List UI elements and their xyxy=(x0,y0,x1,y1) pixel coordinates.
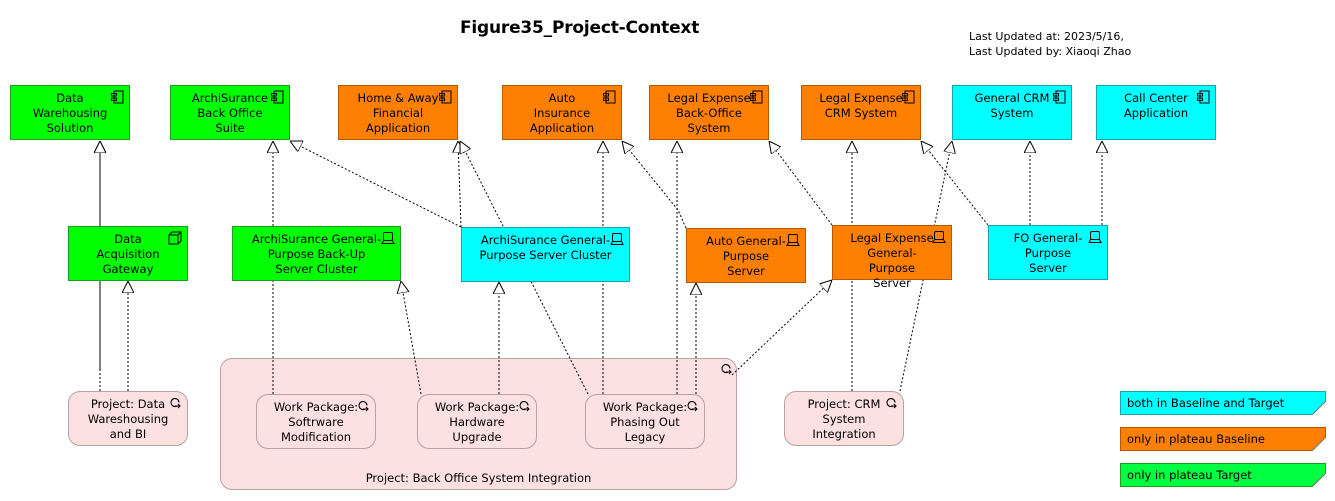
work-package-phasing-out-legacy[interactable]: Work Package: Phasing Out Legacy xyxy=(585,394,705,449)
app-auto-insurance[interactable]: Auto Insurance Application xyxy=(502,85,622,140)
app-legal-expense-crm[interactable]: Legal Expense CRM System xyxy=(801,85,921,140)
device-icon xyxy=(932,231,946,243)
application-component-icon xyxy=(1053,90,1066,104)
device-icon xyxy=(610,233,624,245)
node-icon xyxy=(168,231,182,245)
folded-corner-icon xyxy=(1312,437,1326,451)
legend-only-target: only in plateau Target xyxy=(1120,463,1326,487)
work-package-hardware-upgrade[interactable]: Work Package: Hardware Upgrade xyxy=(417,394,537,449)
application-component-icon xyxy=(750,90,763,104)
folded-corner-icon xyxy=(1312,401,1326,415)
relationship-realization-legs-to-lebo[interactable] xyxy=(769,141,833,226)
project-crm-system-integration[interactable]: Project: CRM System Integration xyxy=(784,391,904,446)
app-general-crm[interactable]: General CRM System xyxy=(952,85,1072,140)
work-package-icon xyxy=(519,400,530,412)
relationship-realization-agsc-to-abos[interactable] xyxy=(290,141,462,228)
relationship-realization-ags-to-aia[interactable] xyxy=(622,141,687,229)
work-package-icon xyxy=(687,400,698,412)
relationship-realization-fogs-to-lecrm[interactable] xyxy=(921,141,989,226)
relationship-realization-agsc-to-haf[interactable] xyxy=(458,141,461,228)
project-data-warehousing-bi[interactable]: Project: Data Wareshousing and BI xyxy=(68,391,188,446)
app-legal-expense-back-office[interactable]: Legal Expense Back-Office System xyxy=(649,85,769,140)
folded-corner-icon xyxy=(1312,473,1326,487)
application-component-icon xyxy=(603,90,616,104)
device-icon xyxy=(1088,231,1102,243)
work-package-icon xyxy=(886,397,897,409)
app-archisurance-back-office-suite[interactable]: ArchiSurance Back Office Suite xyxy=(170,85,290,140)
relationship-realization-pbosi-to-legs[interactable] xyxy=(731,280,832,376)
device-legal-expense-server[interactable]: Legal Expense General-Purpose Server xyxy=(832,225,952,290)
work-package-icon xyxy=(358,400,369,412)
app-call-center[interactable]: Call Center Application xyxy=(1096,85,1216,140)
legend-both-baseline-target: both in Baseline and Target xyxy=(1120,391,1326,415)
device-icon xyxy=(786,234,800,246)
relationship-realization-wphu-to-agbu[interactable] xyxy=(401,281,422,395)
application-component-icon xyxy=(271,90,284,104)
app-home-away-financial[interactable]: Home & Away Financial Application xyxy=(338,85,458,140)
node-data-acquisition-gateway[interactable]: Data Acquisition Gateway xyxy=(68,226,188,281)
app-data-warehousing-solution[interactable]: Data Warehousing Solution xyxy=(10,85,130,140)
device-fo-general-purpose-server[interactable]: FO General-Purpose Server xyxy=(988,225,1108,280)
device-auto-general-purpose-server[interactable]: Auto General-Purpose Server xyxy=(686,228,806,283)
work-package-software-modification[interactable]: Work Package: Softrware Modification xyxy=(256,394,376,449)
application-component-icon xyxy=(439,90,452,104)
application-component-icon xyxy=(902,90,915,104)
legend-only-baseline: only in plateau Baseline xyxy=(1120,427,1326,451)
device-archisurance-backup-server-cluster[interactable]: ArchiSurance General-Purpose Back-Up Ser… xyxy=(232,226,401,281)
device-archisurance-server-cluster[interactable]: ArchiSurance General-Purpose Server Clus… xyxy=(461,227,630,282)
device-icon xyxy=(381,232,395,244)
application-component-icon xyxy=(111,90,124,104)
application-component-icon xyxy=(1197,90,1210,104)
work-package-icon xyxy=(170,397,181,409)
